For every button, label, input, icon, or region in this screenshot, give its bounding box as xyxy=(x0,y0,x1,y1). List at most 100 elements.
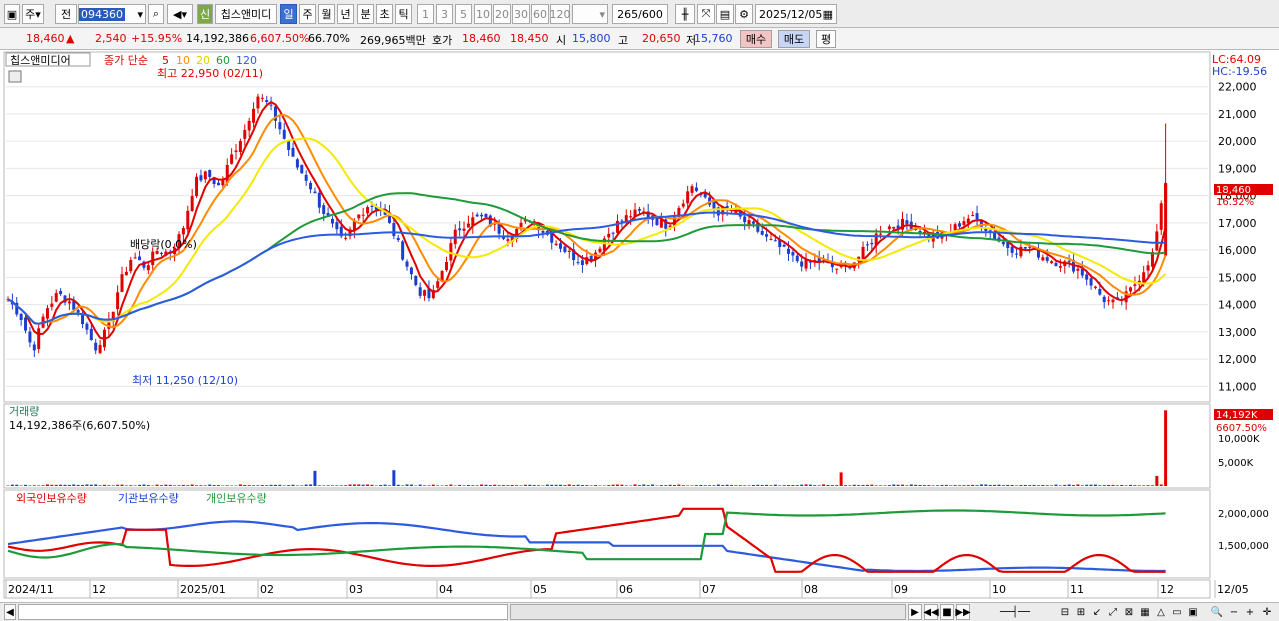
prev-button[interactable]: 전 xyxy=(55,4,77,24)
period-day[interactable]: 일 xyxy=(280,4,297,24)
volume-bar xyxy=(32,485,36,486)
volume-bar xyxy=(773,484,777,486)
zoom-in-icon[interactable]: ⊞ xyxy=(1074,604,1088,620)
speaker-icon[interactable]: ◀▾ xyxy=(167,4,193,24)
candle-body xyxy=(686,191,690,204)
window-menu-icon[interactable]: ▣ xyxy=(4,4,20,24)
legend-ma60[interactable]: 60 xyxy=(216,54,230,67)
date-picker[interactable]: 2025/12/05 ▦ xyxy=(755,4,837,24)
candle-body xyxy=(155,251,159,254)
candle-body xyxy=(1058,266,1062,268)
volume-bar xyxy=(791,485,795,486)
rewind-icon[interactable]: ◀◀ xyxy=(923,604,939,620)
eval-label: 평 xyxy=(820,33,832,46)
gear-icon[interactable]: ⚙ xyxy=(735,4,753,24)
legend-ma20[interactable]: 20 xyxy=(196,54,210,67)
scroll-track-left[interactable] xyxy=(18,604,508,620)
volume-bar xyxy=(940,484,944,486)
period-year[interactable]: 년 xyxy=(337,4,354,24)
play-icon[interactable]: ▶ xyxy=(908,604,922,620)
interval-20[interactable]: 20 xyxy=(493,4,511,24)
candle-body xyxy=(1102,296,1106,303)
box-icon[interactable]: ▭ xyxy=(1170,604,1184,620)
candle-body xyxy=(238,140,242,152)
candle-body xyxy=(1015,253,1019,255)
calendar-icon[interactable]: ▦ xyxy=(823,8,833,21)
interval-5[interactable]: 5 xyxy=(455,4,472,24)
stock-chart[interactable]: 22,00021,00020,00019,00018,00017,00016,0… xyxy=(0,50,1279,602)
interval-60[interactable]: 60 xyxy=(531,4,549,24)
candle-body xyxy=(1098,289,1102,295)
candle-body xyxy=(1067,260,1071,262)
volume-bar xyxy=(651,484,655,486)
grid-icon[interactable]: ▦ xyxy=(1138,604,1152,620)
code-dropdown-icon[interactable]: ▾ xyxy=(137,8,143,21)
buy-label: 매수 xyxy=(745,33,767,46)
mountain-icon[interactable]: △ xyxy=(1154,604,1168,620)
speed-slider[interactable]: ──┤── xyxy=(975,604,1055,620)
volume-bar xyxy=(497,485,501,486)
pan-icon[interactable]: ✛ xyxy=(1260,604,1274,620)
zoom-out-icon[interactable]: ⊟ xyxy=(1058,604,1072,620)
count-input[interactable]: 265/600 xyxy=(612,4,668,24)
period-tick[interactable]: 틱 xyxy=(395,4,412,24)
candle-body xyxy=(195,176,199,197)
sell-button[interactable]: 매도 xyxy=(778,30,810,48)
candle-body xyxy=(567,250,571,252)
range-left-icon[interactable]: ↙ xyxy=(1090,604,1104,620)
volume-bar xyxy=(887,485,891,486)
buy-button[interactable]: 매수 xyxy=(740,30,772,48)
eval-button[interactable]: 평 xyxy=(816,30,836,48)
volume-bar xyxy=(554,484,558,486)
code-value: 094360 xyxy=(79,7,125,21)
interval-1[interactable]: 1 xyxy=(417,4,434,24)
interval-3[interactable]: 3 xyxy=(436,4,453,24)
count-value: 265 xyxy=(617,7,639,21)
scroll-left-icon[interactable]: ◀ xyxy=(4,604,16,620)
volume-bar xyxy=(896,484,900,486)
legend-ma5[interactable]: 5 xyxy=(162,54,169,67)
chart-scrollbar[interactable]: ◀ ▶ ◀◀ ■ ▶▶ ──┤── ⊟ ⊞ ↙ ⤢ ⊠ ▦ △ ▭ ▣ 🔍 − … xyxy=(0,602,1279,621)
candle-type-icon[interactable]: ╫ xyxy=(675,4,695,24)
code-input[interactable]: 094360 ▾ xyxy=(78,4,146,24)
volume-bar xyxy=(778,485,782,486)
stop-icon[interactable]: ■ xyxy=(940,604,954,620)
plus-icon[interactable]: + xyxy=(1244,604,1256,620)
period-month[interactable]: 월 xyxy=(318,4,335,24)
period-minute[interactable]: 분 xyxy=(357,4,374,24)
candle-body xyxy=(133,257,137,259)
interval-120[interactable]: 120 xyxy=(550,4,571,24)
stock-name-field[interactable]: 칩스앤미디 xyxy=(215,4,277,24)
candle-body xyxy=(247,120,251,131)
interval-30[interactable]: 30 xyxy=(512,4,530,24)
layout-icon[interactable]: ▣ xyxy=(1186,604,1200,620)
interval-custom-select[interactable]: ▾ xyxy=(572,4,608,24)
legend-ma10[interactable]: 10 xyxy=(176,54,190,67)
fit-icon[interactable]: ⊠ xyxy=(1122,604,1136,620)
scroll-thumb[interactable] xyxy=(510,604,906,620)
candle-body xyxy=(1107,300,1111,302)
table-toggle-icon[interactable] xyxy=(8,70,22,83)
period-second[interactable]: 초 xyxy=(376,4,393,24)
volume-bar xyxy=(1115,485,1119,486)
volume-bar xyxy=(765,484,769,486)
volume-panel[interactable] xyxy=(3,403,1211,489)
save-icon[interactable]: ▤ xyxy=(716,4,734,24)
market-select[interactable]: 주 ▾ xyxy=(22,4,44,24)
legend-ma120[interactable]: 120 xyxy=(236,54,257,67)
draw-tool-icon[interactable]: ⤧ xyxy=(697,4,715,24)
period-week[interactable]: 주 xyxy=(299,4,316,24)
volume-bar xyxy=(265,485,269,486)
interval-10[interactable]: 10 xyxy=(474,4,492,24)
turnover-rate: 66.70% xyxy=(308,32,350,45)
volume-bar xyxy=(405,484,409,486)
search-icon[interactable]: ⌕ xyxy=(148,4,164,24)
forward-icon[interactable]: ▶▶ xyxy=(955,604,971,620)
change-percent: +15.95% xyxy=(131,32,183,45)
magnifier-icon[interactable]: 🔍 xyxy=(1210,604,1224,620)
price-tick-label: 12,000 xyxy=(1218,353,1257,366)
candle-body xyxy=(765,234,769,237)
minus-icon[interactable]: − xyxy=(1228,604,1240,620)
range-icon[interactable]: ⤢ xyxy=(1106,604,1120,620)
volume-bar xyxy=(1050,485,1054,486)
